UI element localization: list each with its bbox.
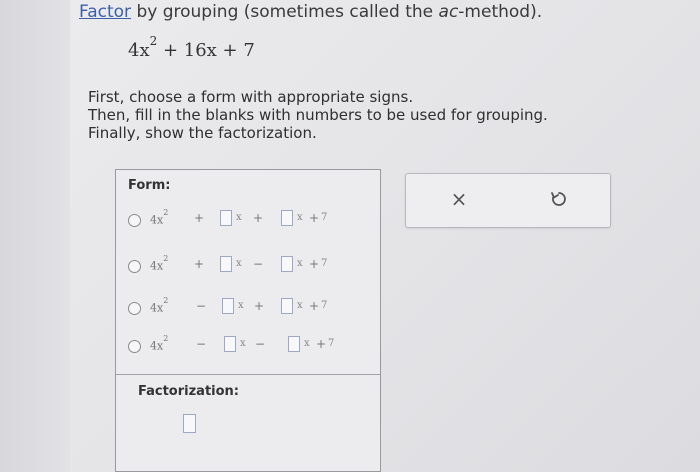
option-op-2: − — [255, 337, 266, 351]
radio-option-2[interactable] — [128, 260, 141, 273]
option-var: x — [297, 258, 303, 269]
option-lead-term: 4x2 — [150, 254, 169, 273]
title-text-mid: by grouping (sometimes called the — [131, 2, 439, 22]
option-op-3: + — [309, 211, 320, 225]
blank-input-1a[interactable] — [220, 210, 232, 226]
option-op-1: − — [196, 337, 207, 351]
blank-input-3a[interactable] — [222, 298, 234, 314]
option-lead-term: 4x2 — [150, 334, 169, 353]
option-var: x — [297, 300, 303, 311]
option-op-1: + — [194, 257, 205, 271]
radio-option-4[interactable] — [128, 340, 141, 353]
polynomial-expression: 4x2 + 16x + 7 — [128, 34, 255, 61]
undo-icon[interactable] — [547, 188, 569, 210]
answer-panel: Form: 4x2 + x + x + 7 4x2 + x − x + 7 4x… — [115, 169, 381, 472]
step-1: First, choose a form with appropriate si… — [88, 88, 414, 106]
option-const: 7 — [321, 258, 328, 269]
option-var: x — [236, 212, 242, 223]
instruction-title: Factor by grouping (sometimes called the… — [79, 2, 542, 22]
title-text-ac: ac — [438, 2, 459, 22]
option-op-3: + — [309, 257, 320, 271]
option-op-2: + — [253, 211, 264, 225]
option-const: 7 — [321, 300, 328, 311]
blank-input-2a[interactable] — [220, 256, 232, 272]
factorization-label: Factorization: — [138, 384, 240, 399]
factor-link[interactable]: Factor — [79, 2, 131, 22]
panel-divider — [116, 374, 380, 375]
option-var: x — [238, 300, 244, 311]
step-instructions: First, choose a form with appropriate si… — [88, 88, 548, 142]
option-var: x — [304, 338, 310, 349]
option-const: 7 — [328, 338, 335, 349]
expr-lead: 4x — [128, 40, 150, 61]
step-3: Finally, show the factorization. — [88, 124, 317, 142]
option-lead-term: 4x2 — [150, 296, 169, 315]
problem-area: Factor by grouping (sometimes called the… — [0, 0, 700, 472]
blank-input-4b[interactable] — [288, 336, 300, 352]
option-lead-term: 4x2 — [150, 208, 169, 227]
blank-input-3b[interactable] — [281, 298, 293, 314]
option-op-2: − — [253, 257, 264, 271]
undo-icon-svg — [551, 192, 566, 206]
radio-option-1[interactable] — [128, 214, 141, 227]
tool-panel: × — [405, 173, 611, 228]
option-var: x — [297, 212, 303, 223]
option-op-1: − — [196, 299, 207, 313]
option-var: x — [240, 338, 246, 349]
blank-input-2b[interactable] — [281, 256, 293, 272]
expr-rest: + 16x + 7 — [157, 40, 255, 61]
option-op-1: + — [194, 211, 205, 225]
form-label: Form: — [128, 178, 171, 193]
title-text-end: -method). — [458, 2, 543, 22]
factorization-input[interactable] — [183, 414, 196, 433]
close-icon[interactable]: × — [448, 188, 470, 210]
option-const: 7 — [321, 212, 328, 223]
option-var: x — [236, 258, 242, 269]
expr-exponent: 2 — [149, 34, 158, 48]
blank-input-4a[interactable] — [224, 336, 236, 352]
radio-option-3[interactable] — [128, 302, 141, 315]
option-op-3: + — [316, 337, 327, 351]
option-op-2: + — [254, 299, 265, 313]
step-2: Then, fill in the blanks with numbers to… — [88, 106, 548, 124]
blank-input-1b[interactable] — [281, 210, 293, 226]
option-op-3: + — [309, 299, 320, 313]
